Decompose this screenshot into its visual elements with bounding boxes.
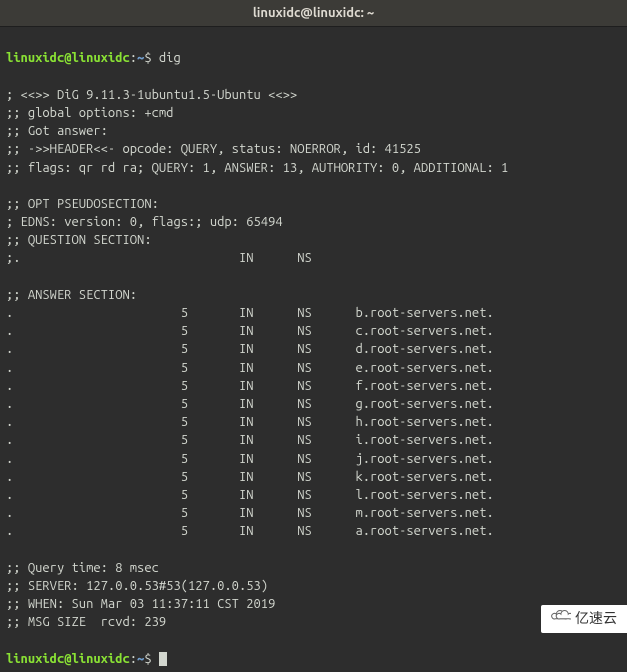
dig-flags: ;; flags: qr rd ra; QUERY: 1, ANSWER: 13… <box>6 161 508 175</box>
watermark-badge: 亿速云 <box>541 605 627 633</box>
dig-answer-row: . 5 IN NS m.root-servers.net. <box>6 506 494 520</box>
dig-answer-row: . 5 IN NS k.root-servers.net. <box>6 470 494 484</box>
watermark-text: 亿速云 <box>575 609 617 629</box>
dig-answer-row: . 5 IN NS h.root-servers.net. <box>6 415 494 429</box>
dig-answer-row: . 5 IN NS f.root-servers.net. <box>6 379 494 393</box>
dig-answer-row: . 5 IN NS c.root-servers.net. <box>6 324 494 338</box>
prompt-user: linuxidc@linuxidc <box>6 652 130 666</box>
prompt-dollar: $ <box>144 51 159 65</box>
prompt-path: ~ <box>137 652 144 666</box>
dig-global-options: ;; global options: +cmd <box>6 106 173 120</box>
dig-server: ;; SERVER: 127.0.0.53#53(127.0.0.53) <box>6 579 268 593</box>
dig-answer-row: . 5 IN NS i.root-servers.net. <box>6 433 494 447</box>
dig-header: ;; ->>HEADER<<- opcode: QUERY, status: N… <box>6 142 421 156</box>
dig-answer-row: . 5 IN NS d.root-servers.net. <box>6 342 494 356</box>
dig-when: ;; WHEN: Sun Mar 03 11:37:11 CST 2019 <box>6 597 275 611</box>
prompt-colon: : <box>130 51 137 65</box>
dig-answer-row: . 5 IN NS j.root-servers.net. <box>6 452 494 466</box>
dig-edns: ; EDNS: version: 0, flags:; udp: 65494 <box>6 215 283 229</box>
terminal-area[interactable]: linuxidc@linuxidc:~$ dig ; <<>> DiG 9.11… <box>0 27 627 672</box>
prompt-dollar: $ <box>144 652 159 666</box>
command-text: dig <box>159 51 181 65</box>
dig-banner: ; <<>> DiG 9.11.3-1ubuntu1.5-Ubuntu <<>> <box>6 88 297 102</box>
dig-query-time: ;; Query time: 8 msec <box>6 561 159 575</box>
dig-answer-section: ;; ANSWER SECTION: <box>6 288 137 302</box>
dig-question-section: ;; QUESTION SECTION: <box>6 233 152 247</box>
dig-opt-section: ;; OPT PSEUDOSECTION: <box>6 197 159 211</box>
dig-question-line: ;. IN NS <box>6 251 312 265</box>
dig-answer-row: . 5 IN NS a.root-servers.net. <box>6 524 494 538</box>
prompt-user: linuxidc@linuxidc <box>6 51 130 65</box>
window-titlebar: linuxidc@linuxidc: ~ <box>0 0 627 27</box>
dig-answer-row: . 5 IN NS b.root-servers.net. <box>6 306 494 320</box>
dig-got-answer: ;; Got answer: <box>6 124 108 138</box>
prompt-line-2: linuxidc@linuxidc:~$ <box>6 652 167 666</box>
cloud-icon <box>549 609 571 629</box>
dig-answer-row: . 5 IN NS l.root-servers.net. <box>6 488 494 502</box>
dig-answer-row: . 5 IN NS g.root-servers.net. <box>6 397 494 411</box>
prompt-colon: : <box>130 652 137 666</box>
prompt-line-1: linuxidc@linuxidc:~$ dig <box>6 51 181 65</box>
cursor <box>159 652 167 666</box>
dig-answer-row: . 5 IN NS e.root-servers.net. <box>6 361 494 375</box>
dig-msg-size: ;; MSG SIZE rcvd: 239 <box>6 615 166 629</box>
